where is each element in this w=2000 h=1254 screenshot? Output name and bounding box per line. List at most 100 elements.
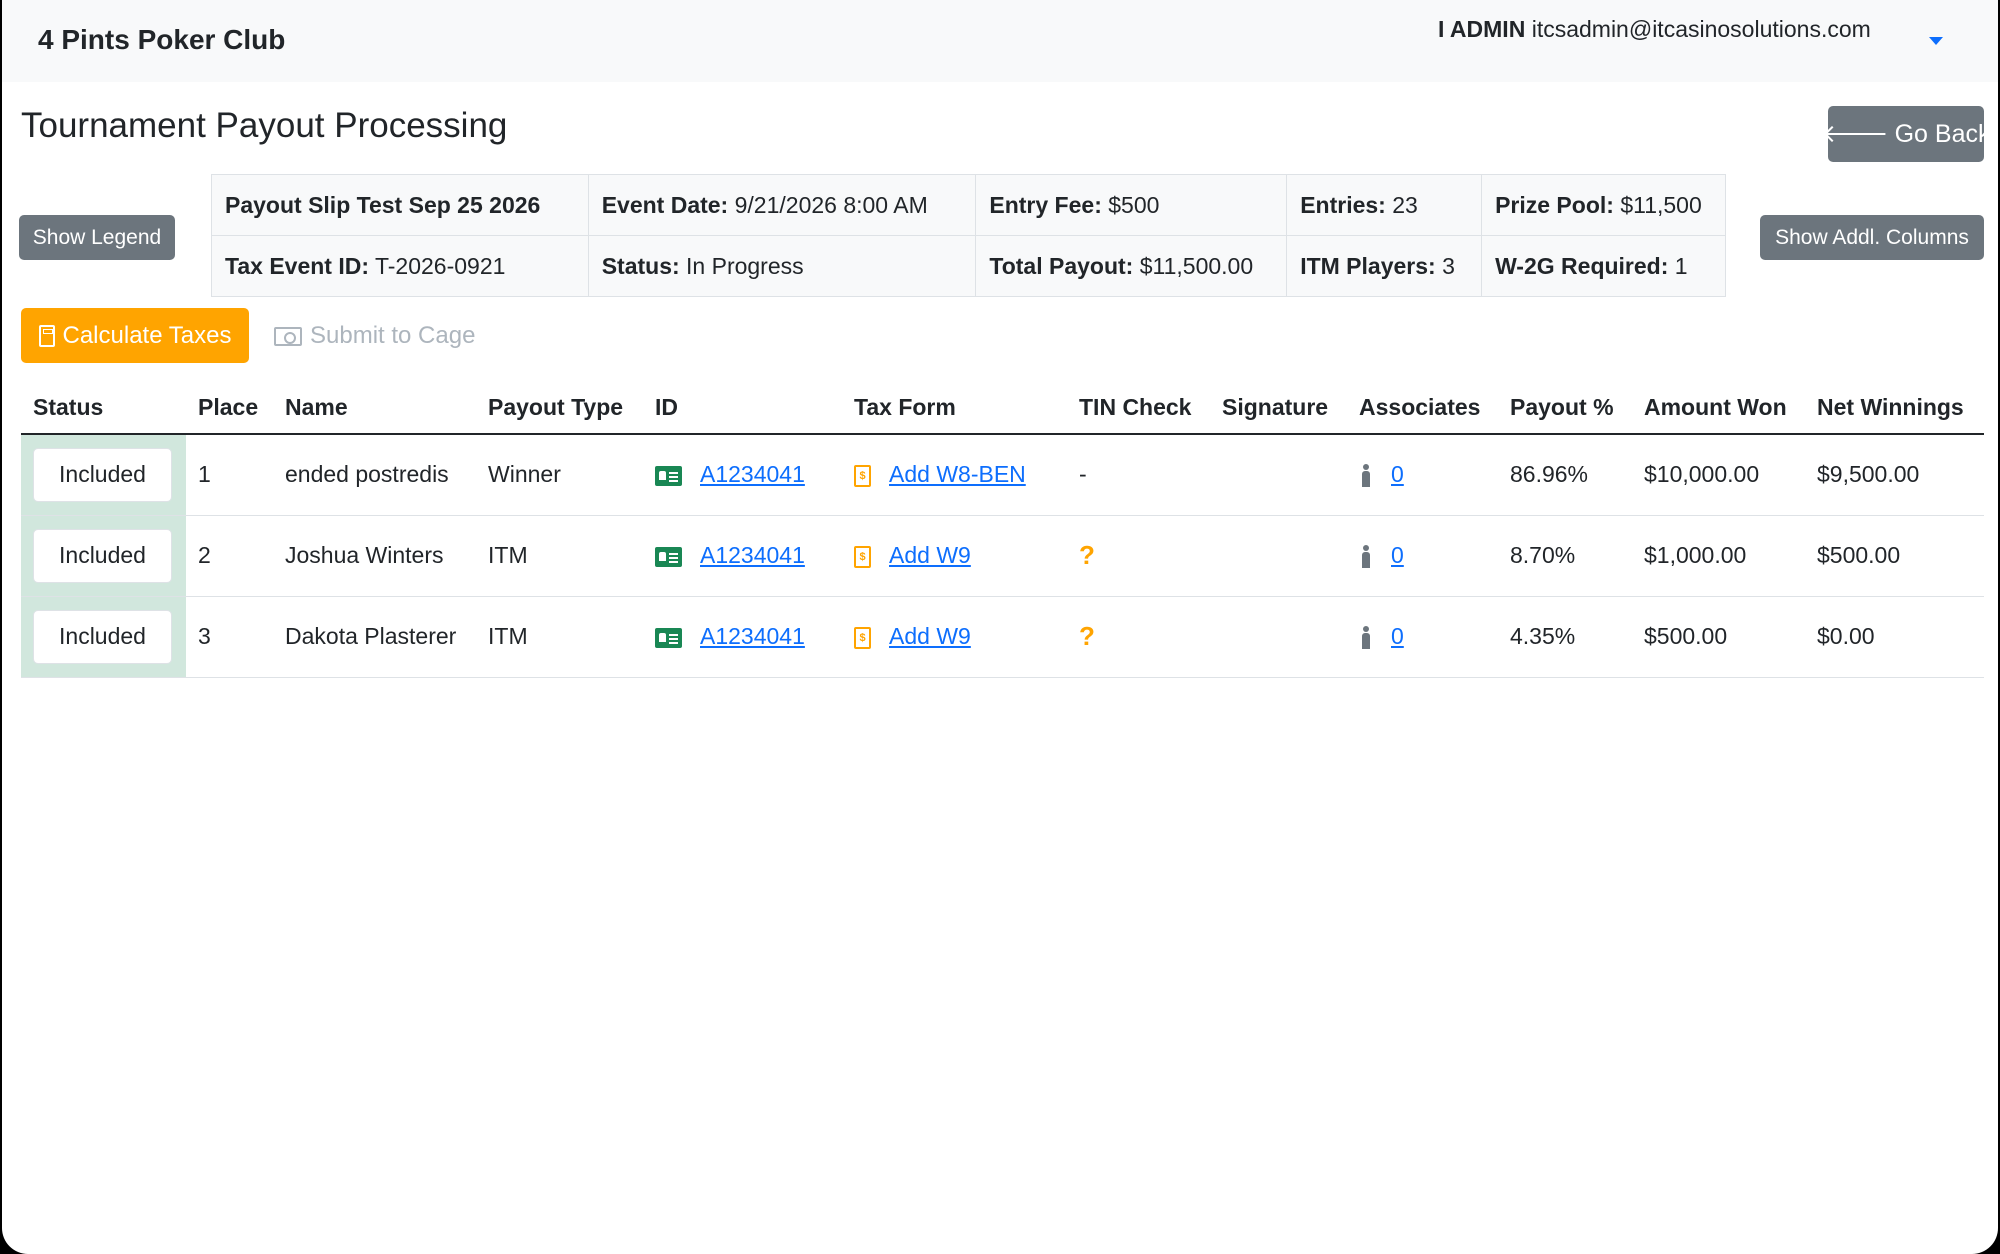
associates-link[interactable]: 0 bbox=[1391, 461, 1404, 487]
name-cell: Dakota Plasterer bbox=[273, 596, 476, 678]
w2g-cell: W-2G Required: 1 bbox=[1481, 235, 1726, 297]
amount-won-cell: $1,000.00 bbox=[1632, 515, 1805, 597]
brand-title[interactable]: 4 Pints Poker Club bbox=[38, 24, 285, 56]
included-button[interactable]: Included bbox=[33, 609, 172, 664]
associates-link[interactable]: 0 bbox=[1391, 623, 1404, 649]
place-cell: 3 bbox=[186, 596, 273, 678]
included-button[interactable]: Included bbox=[33, 447, 172, 502]
net-winnings-cell: $500.00 bbox=[1805, 515, 1984, 597]
associates-cell: 0 bbox=[1347, 515, 1498, 597]
add-tax-form-link[interactable]: Add W8-BEN bbox=[889, 461, 1026, 487]
id-card-icon bbox=[655, 627, 682, 648]
person-icon bbox=[1359, 625, 1373, 650]
total-payout-label: Total Payout: bbox=[989, 252, 1134, 279]
entry-fee-value: $500 bbox=[1108, 191, 1160, 218]
tin-check-cell: ? bbox=[1067, 515, 1210, 597]
calculate-taxes-button[interactable]: Calculate Taxes bbox=[21, 308, 249, 363]
payout-type-cell: Winner bbox=[476, 434, 643, 516]
total-payout-cell: Total Payout: $11,500.00 bbox=[975, 235, 1288, 297]
col-payout-type[interactable]: Payout Type bbox=[476, 382, 643, 435]
status-cell: Included bbox=[21, 596, 186, 678]
entry-fee-label: Entry Fee: bbox=[989, 191, 1102, 218]
submit-to-cage-label: Submit to Cage bbox=[310, 322, 476, 349]
document-icon: $ bbox=[854, 626, 871, 649]
tax-form-cell: $ Add W8-BEN bbox=[842, 434, 1067, 516]
page-title: Tournament Payout Processing bbox=[21, 106, 508, 145]
table-row: Included 1 ended postredis Winner A12340… bbox=[21, 434, 1984, 516]
col-amount-won[interactable]: Amount Won bbox=[1632, 382, 1805, 435]
app-window: 4 Pints Poker Club I ADMIN itcsadmin@itc… bbox=[2, 0, 1998, 1254]
signature-cell[interactable] bbox=[1210, 434, 1347, 516]
tin-check-cell: - bbox=[1067, 434, 1210, 516]
associates-cell: 0 bbox=[1347, 434, 1498, 516]
submit-to-cage-button[interactable]: Submit to Cage bbox=[274, 318, 475, 354]
table-header-row: Status Place Name Payout Type ID Tax For… bbox=[21, 382, 1984, 435]
id-card-icon bbox=[655, 546, 682, 567]
col-tax-form[interactable]: Tax Form bbox=[842, 382, 1067, 435]
payout-pct-cell: 86.96% bbox=[1498, 434, 1632, 516]
calculator-icon bbox=[38, 324, 55, 347]
signature-cell[interactable] bbox=[1210, 515, 1347, 597]
net-winnings-cell: $0.00 bbox=[1805, 596, 1984, 678]
table-row: Included 3 Dakota Plasterer ITM A1234041… bbox=[21, 596, 1984, 678]
user-email: itcsadmin@itcasinosolutions.com bbox=[1531, 16, 1871, 42]
payout-type-cell: ITM bbox=[476, 596, 643, 678]
chevron-down-icon[interactable] bbox=[1929, 37, 1943, 45]
tax-form-cell: $ Add W9 bbox=[842, 596, 1067, 678]
name-cell: ended postredis bbox=[273, 434, 476, 516]
user-name: I ADMIN bbox=[1438, 16, 1526, 42]
col-id[interactable]: ID bbox=[643, 382, 842, 435]
tax-event-cell: Tax Event ID: T-2026-0921 bbox=[211, 235, 589, 297]
col-status[interactable]: Status bbox=[21, 382, 186, 435]
included-button[interactable]: Included bbox=[33, 528, 172, 583]
id-link[interactable]: A1234041 bbox=[700, 623, 805, 649]
associates-link[interactable]: 0 bbox=[1391, 542, 1404, 568]
associates-cell: 0 bbox=[1347, 596, 1498, 678]
show-legend-button[interactable]: Show Legend bbox=[19, 215, 175, 260]
arrow-left-icon: 🡐 bbox=[1821, 120, 1889, 148]
status-cell: Status: In Progress bbox=[587, 235, 977, 297]
cash-icon bbox=[274, 326, 302, 346]
show-addl-columns-button[interactable]: Show Addl. Columns bbox=[1760, 215, 1984, 260]
tax-event-value: T-2026-0921 bbox=[374, 252, 506, 279]
id-link[interactable]: A1234041 bbox=[700, 461, 805, 487]
signature-cell[interactable] bbox=[1210, 596, 1347, 678]
id-cell: A1234041 bbox=[643, 596, 842, 678]
table-row: Included 2 Joshua Winters ITM A1234041 $… bbox=[21, 515, 1984, 597]
slip-name: Payout Slip Test Sep 25 2026 bbox=[225, 191, 541, 218]
id-cell: A1234041 bbox=[643, 515, 842, 597]
col-tin-check[interactable]: TIN Check bbox=[1067, 382, 1210, 435]
col-associates[interactable]: Associates bbox=[1347, 382, 1498, 435]
add-tax-form-link[interactable]: Add W9 bbox=[889, 542, 971, 568]
payout-table: Status Place Name Payout Type ID Tax For… bbox=[21, 382, 1984, 678]
col-payout-pct[interactable]: Payout % bbox=[1498, 382, 1632, 435]
col-place[interactable]: Place bbox=[186, 382, 273, 435]
person-icon bbox=[1359, 544, 1373, 569]
w2g-label: W-2G Required: bbox=[1495, 252, 1669, 279]
amount-won-cell: $500.00 bbox=[1632, 596, 1805, 678]
id-link[interactable]: A1234041 bbox=[700, 542, 805, 568]
go-back-button[interactable]: 🡐 Go Back bbox=[1822, 106, 1990, 162]
payout-pct-cell: 4.35% bbox=[1498, 596, 1632, 678]
question-icon[interactable]: ? bbox=[1079, 621, 1095, 651]
user-menu[interactable]: I ADMIN itcsadmin@itcasinosolutions.com bbox=[1438, 16, 1871, 43]
w2g-value: 1 bbox=[1674, 252, 1688, 279]
add-tax-form-link[interactable]: Add W9 bbox=[889, 623, 971, 649]
net-winnings-cell: $9,500.00 bbox=[1805, 434, 1984, 516]
top-navbar: 4 Pints Poker Club I ADMIN itcsadmin@itc… bbox=[2, 0, 1998, 82]
tax-form-cell: $ Add W9 bbox=[842, 515, 1067, 597]
status-cell: Included bbox=[21, 515, 186, 597]
event-info-table: Payout Slip Test Sep 25 2026 Event Date:… bbox=[211, 174, 1726, 297]
entries-cell: Entries: 23 bbox=[1286, 174, 1483, 236]
status-value: In Progress bbox=[686, 252, 804, 279]
calculate-taxes-label: Calculate Taxes bbox=[62, 321, 232, 349]
itm-players-value: 3 bbox=[1442, 252, 1455, 279]
status-cell: Included bbox=[21, 434, 186, 516]
entries-value: 23 bbox=[1392, 191, 1418, 218]
event-date-value: 9/21/2026 8:00 AM bbox=[734, 191, 928, 218]
col-net-winnings[interactable]: Net Winnings bbox=[1805, 382, 1984, 435]
question-icon[interactable]: ? bbox=[1079, 540, 1095, 570]
col-name[interactable]: Name bbox=[273, 382, 476, 435]
total-payout-value: $11,500.00 bbox=[1139, 252, 1254, 279]
col-signature[interactable]: Signature bbox=[1210, 382, 1347, 435]
